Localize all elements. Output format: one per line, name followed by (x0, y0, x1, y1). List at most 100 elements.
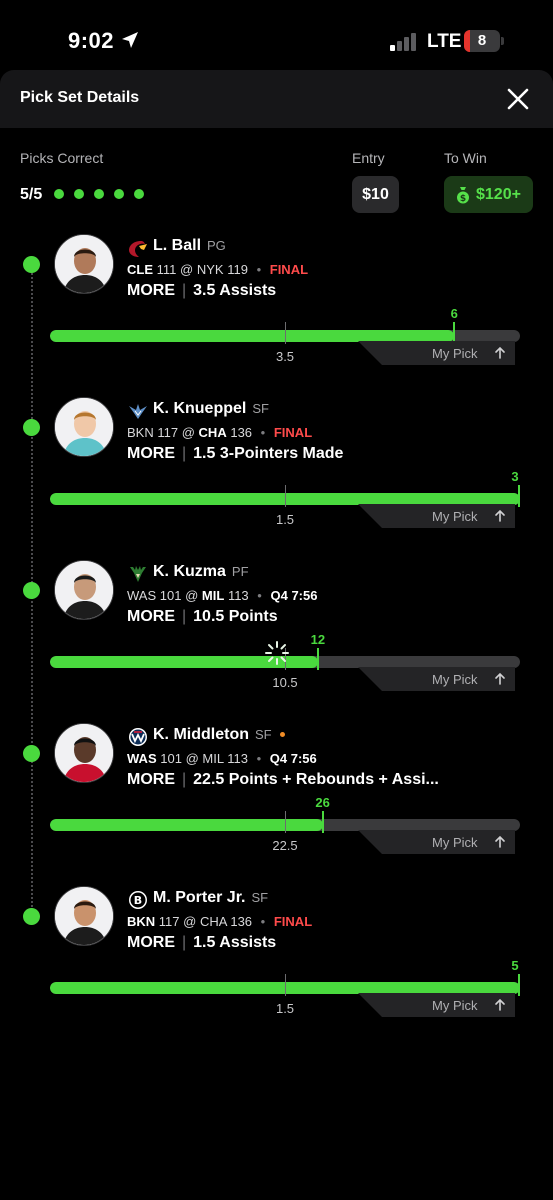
pick-line: MORE | 1.5 Assists (127, 934, 276, 952)
pick-card[interactable]: K. Middleton SF WAS 101 @ MIL 113 • Q4 7:… (0, 723, 553, 873)
player-avatar (54, 397, 114, 457)
game-status: Q4 7:56 (269, 751, 317, 766)
line-value: 10.5 (193, 608, 225, 625)
svg-text:B: B (134, 894, 142, 907)
line-tick (285, 811, 286, 833)
game-status: FINAL (273, 914, 313, 929)
at-sign: @ (180, 262, 194, 277)
line-label: 3.5 (275, 349, 295, 364)
my-pick-button[interactable]: My Pick (358, 993, 515, 1017)
line-tick (285, 974, 286, 996)
player-avatar (54, 723, 114, 783)
game-score-line: CLE 111 @ NYK 119 • FINAL (127, 262, 308, 277)
at-sign: @ (185, 751, 199, 766)
battery-level: 8 (477, 32, 487, 49)
at-sign: @ (183, 914, 197, 929)
to-win-value: $120+ (476, 186, 521, 203)
hornets-logo (129, 404, 147, 419)
my-pick-button[interactable]: My Pick (358, 830, 515, 854)
player-name-text: M. Porter Jr. (153, 889, 246, 906)
home-team: MIL (201, 588, 225, 603)
close-icon[interactable] (502, 83, 534, 115)
line-value: 22.5 (193, 771, 225, 788)
actual-value: 26 (315, 795, 330, 810)
divider: | (182, 282, 187, 299)
home-score: 136 (230, 425, 253, 440)
status-bar: 9:02 LTE 8 (0, 0, 553, 70)
my-pick-label: My Pick (432, 672, 478, 687)
pick-card[interactable]: K. Kuzma PF WAS 101 @ MIL 113 • Q4 7:56 M… (0, 560, 553, 710)
home-team: CHA (198, 425, 227, 440)
line-tick (285, 322, 286, 344)
my-pick-label: My Pick (432, 346, 478, 361)
actual-value: 12 (310, 632, 326, 647)
at-sign: @ (185, 588, 199, 603)
away-score: 117 (157, 425, 179, 440)
bucks-logo (130, 566, 146, 582)
wizards-logo (129, 728, 147, 746)
away-team: WAS (127, 751, 157, 766)
direction-label: MORE (127, 445, 175, 462)
divider: | (182, 934, 187, 951)
carrier-label: LTE (427, 31, 462, 52)
cell-signal-icon (390, 33, 416, 51)
direction-label: MORE (127, 934, 175, 951)
home-score: 113 (227, 751, 248, 766)
player-name[interactable]: M. Porter Jr. SF (153, 889, 268, 907)
my-pick-button[interactable]: My Pick (358, 341, 515, 365)
home-score: 113 (227, 588, 249, 603)
correct-dots (54, 189, 144, 199)
my-pick-button[interactable]: My Pick (358, 667, 515, 691)
actual-value: 6 (450, 306, 458, 321)
actual-value: 3 (511, 469, 519, 484)
live-indicator-dot (279, 732, 285, 738)
away-team: WAS (127, 588, 157, 603)
page-title: Pick Set Details (20, 89, 140, 106)
arrow-up-icon (495, 509, 505, 522)
loading-spinner-icon (265, 641, 289, 665)
separator-dot: • (256, 262, 262, 277)
away-score: 117 (158, 914, 180, 929)
arrow-up-icon (495, 672, 505, 685)
home-team: CHA (199, 914, 227, 929)
pick-set-sheet: Pick Set Details Picks Correct Entry To … (0, 70, 553, 1200)
game-score-line: WAS 101 @ MIL 113 • Q4 7:56 (127, 751, 317, 766)
player-name[interactable]: K. Middleton SF (153, 726, 285, 744)
game-score-line: BKN 117 @ CHA 136 • FINAL (127, 914, 312, 929)
player-name[interactable]: L. Ball PG (153, 237, 226, 255)
pick-card[interactable]: B M. Porter Jr. SF BKN 117 @ CHA 136 • FI… (0, 886, 553, 1036)
divider: | (182, 608, 187, 625)
game-status: Q4 7:56 (270, 588, 318, 603)
player-name-text: K. Middleton (153, 726, 249, 743)
direction-label: MORE (127, 282, 175, 299)
separator-dot: • (260, 914, 266, 929)
player-avatar (54, 234, 114, 294)
svg-text:$: $ (460, 194, 466, 204)
line-tick (285, 485, 286, 507)
correct-dot (54, 189, 64, 199)
pick-card[interactable]: L. Ball PG CLE 111 @ NYK 119 • FINAL MORE… (0, 234, 553, 384)
sheet-header: Pick Set Details (0, 70, 553, 128)
player-name-text: L. Ball (153, 237, 202, 254)
player-position: SF (252, 401, 269, 416)
correct-dot (94, 189, 104, 199)
my-pick-button[interactable]: My Pick (358, 504, 515, 528)
player-position: SF (251, 890, 269, 905)
player-name[interactable]: K. Knueppel SF (153, 400, 269, 418)
pick-card[interactable]: K. Knueppel SF BKN 117 @ CHA 136 • FINAL … (0, 397, 553, 547)
actual-marker (316, 648, 319, 670)
player-name-text: K. Knueppel (153, 400, 247, 417)
player-avatar (54, 886, 114, 946)
location-arrow-icon (122, 32, 138, 48)
money-bag-icon: $ (457, 186, 469, 204)
divider: | (182, 445, 187, 462)
picks-correct-value: 5/5 (20, 186, 43, 203)
correct-dot (74, 189, 84, 199)
away-team: BKN (127, 425, 154, 440)
stat-label: Assists (219, 282, 277, 299)
correct-dot (114, 189, 124, 199)
home-team: NYK (196, 262, 224, 277)
my-pick-label: My Pick (432, 998, 478, 1013)
game-score-line: BKN 117 @ CHA 136 • FINAL (127, 425, 312, 440)
player-name[interactable]: K. Kuzma PF (153, 563, 249, 581)
